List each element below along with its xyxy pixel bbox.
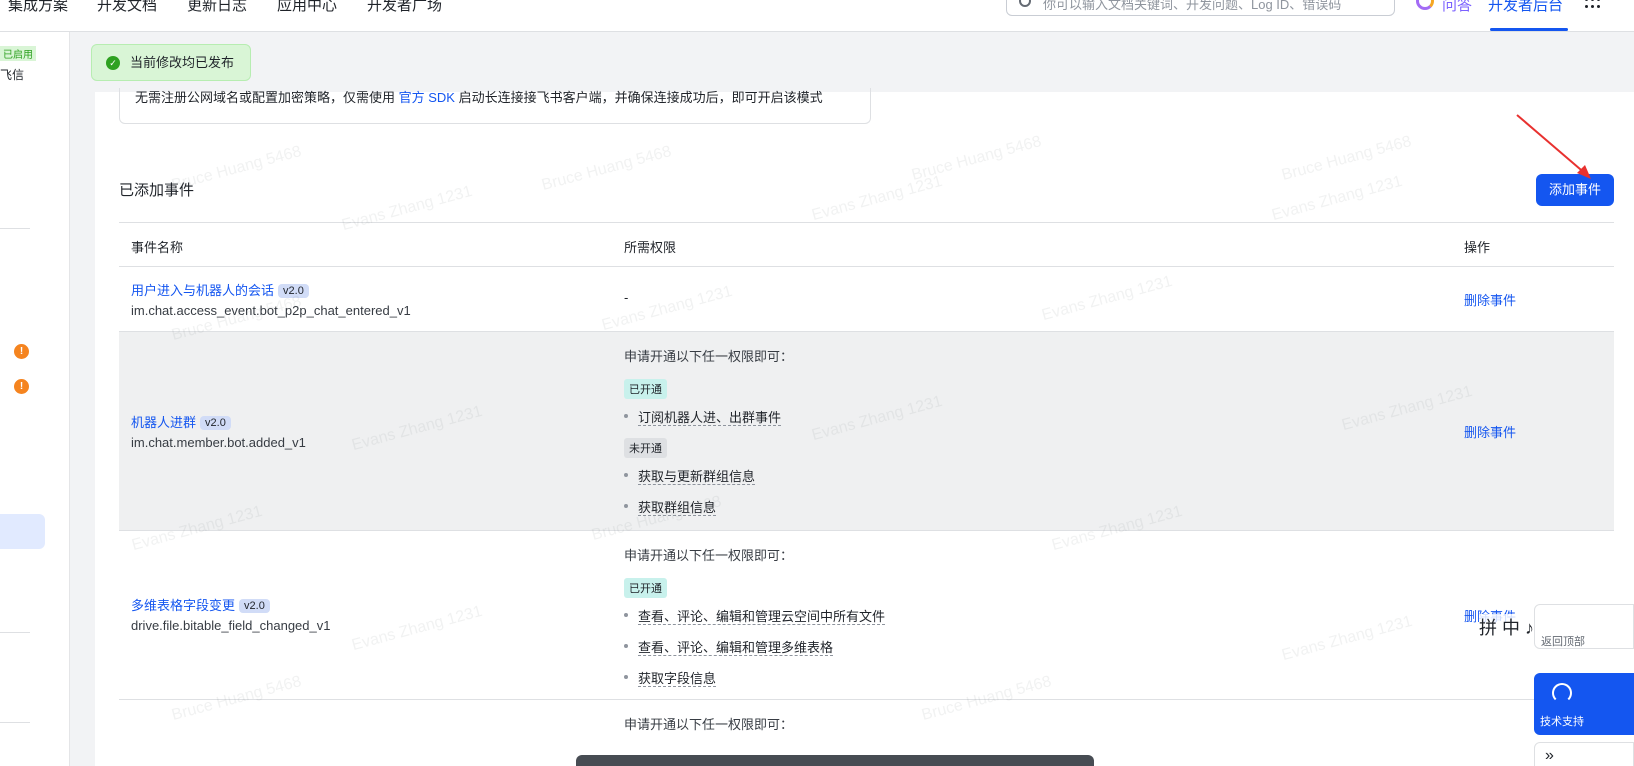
event-cell: 多维表格字段变更 v2.0 drive.file.bitable_field_ch…: [131, 595, 330, 633]
table-row: 申请开通以下任一权限即可：: [119, 700, 1614, 760]
notice-text: 无需注册公网域名或配置加密策略，仅需使用: [135, 90, 399, 105]
permission-none: -: [624, 290, 629, 305]
permission-item[interactable]: 获取字段信息: [624, 668, 885, 687]
search-icon: [1019, 0, 1031, 7]
permission-item[interactable]: 获取群组信息: [624, 497, 793, 516]
search-input[interactable]: 你可以输入文档关键词、开发问题、Log ID、错误码: [1006, 0, 1395, 16]
section-title: 已添加事件: [119, 182, 195, 199]
event-name-link[interactable]: 多维表格字段变更: [131, 598, 235, 613]
sidebar-divider: [0, 632, 30, 633]
connection-mode-notice: 无需注册公网域名或配置加密策略，仅需使用 官方 SDK 启动长连接接飞书客户端，…: [119, 88, 871, 124]
col-action: 操作: [1464, 240, 1491, 255]
table-row: 机器人进群 v2.0 im.chat.member.bot.added_v1 申请…: [119, 332, 1614, 531]
version-badge: v2.0: [239, 599, 270, 613]
enabled-badge: 已启用: [0, 46, 36, 61]
red-arrow-annotation: [1516, 114, 1591, 179]
bottom-floating-bar: [576, 755, 1094, 766]
check-circle-icon: ✓: [106, 56, 120, 70]
event-key: im.chat.member.bot.added_v1: [131, 435, 306, 450]
headset-icon: [1552, 683, 1572, 703]
permission-item[interactable]: 订阅机器人进、出群事件: [624, 407, 793, 426]
event-name-link[interactable]: 用户进入与机器人的会话: [131, 283, 274, 298]
permission-item[interactable]: 查看、评论、编辑和管理多维表格: [624, 637, 885, 656]
nav-docs[interactable]: 开发文档: [97, 0, 157, 15]
col-event-name: 事件名称: [131, 240, 184, 255]
ime-indicator: 拼 中 ♪: [1479, 614, 1535, 640]
back-to-top-button[interactable]: 拼 中 ♪ 返回顶部: [1479, 604, 1634, 649]
tech-support-label: 技术支持: [1540, 716, 1584, 728]
permission-cell: 申请开通以下任一权限即可：: [624, 714, 793, 733]
warning-icon: !: [14, 344, 29, 359]
tech-support-button[interactable]: 技术支持: [1534, 673, 1634, 735]
version-badge: v2.0: [200, 416, 231, 430]
status-tag-enabled: 已开通: [624, 379, 667, 399]
permission-item[interactable]: 获取与更新群组信息: [624, 466, 793, 485]
event-key: im.chat.access_event.bot_p2p_chat_entere…: [131, 303, 411, 318]
nav-app-center[interactable]: 应用中心: [277, 0, 337, 15]
permission-hint: 申请开通以下任一权限即可：: [624, 548, 794, 563]
search-placeholder: 你可以输入文档关键词、开发问题、Log ID、错误码: [1043, 0, 1342, 12]
table-header: 事件名称 所需权限 操作: [119, 222, 1614, 267]
table-row: 用户进入与机器人的会话 v2.0 im.chat.access_event.bot…: [119, 267, 1614, 332]
expand-panel-button[interactable]: »: [1534, 742, 1634, 766]
developer-console-link[interactable]: 开发者后台: [1488, 0, 1563, 15]
sidebar-divider: [0, 228, 30, 229]
sidebar-divider: [0, 722, 30, 723]
permission-hint: 申请开通以下任一权限即可：: [624, 717, 794, 732]
main-content: 无需注册公网域名或配置加密策略，仅需使用 官方 SDK 启动长连接接飞书客户端，…: [95, 88, 1634, 766]
active-tab-indicator: [1490, 28, 1568, 31]
permission-item[interactable]: 查看、评论、编辑和管理云空间中所有文件: [624, 606, 886, 625]
nav-developer-square[interactable]: 开发者广场: [367, 0, 442, 15]
nav-solutions[interactable]: 集成方案: [8, 0, 68, 15]
app-name: 飞信: [0, 68, 25, 82]
sidebar-item-active[interactable]: [0, 514, 45, 549]
toast-text: 当前修改均已发布: [130, 55, 235, 70]
col-permission: 所需权限: [624, 240, 677, 255]
permission-cell: 申请开通以下任一权限即可： 已开通 订阅机器人进、出群事件 未开通 获取与更新群…: [624, 346, 793, 516]
permission-hint: 申请开通以下任一权限即可：: [624, 349, 794, 364]
version-badge: v2.0: [278, 284, 309, 298]
back-to-top-label: 返回顶部: [1541, 636, 1585, 648]
sidebar: 已启用 飞信 ! !: [0, 32, 70, 766]
success-toast: ✓ 当前修改均已发布: [91, 44, 252, 81]
event-cell: 机器人进群 v2.0 im.chat.member.bot.added_v1: [131, 412, 306, 450]
double-chevron-icon: »: [1545, 747, 1554, 764]
status-tag-enabled: 已开通: [624, 578, 667, 598]
ai-assistant-icon[interactable]: [1416, 0, 1434, 10]
ai-assistant-link[interactable]: 问答: [1442, 0, 1472, 15]
event-cell: 用户进入与机器人的会话 v2.0 im.chat.access_event.bot…: [131, 280, 411, 318]
sdk-link[interactable]: 官方 SDK: [399, 90, 455, 105]
top-navigation: 集成方案 开发文档 更新日志 应用中心 开发者广场 你可以输入文档关键词、开发问…: [0, 0, 1634, 32]
warning-icon: !: [14, 379, 29, 394]
delete-event-button[interactable]: 删除事件: [1464, 290, 1516, 309]
notice-text-tail: 启动长连接接飞书客户端，并确保连接成功后，即可开启该模式: [454, 90, 823, 105]
nav-changelog[interactable]: 更新日志: [187, 0, 247, 15]
apps-grid-icon[interactable]: [1585, 0, 1601, 8]
event-key: drive.file.bitable_field_changed_v1: [131, 618, 331, 633]
event-name-link[interactable]: 机器人进群: [131, 415, 196, 430]
permission-cell: 申请开通以下任一权限即可： 已开通 查看、评论、编辑和管理云空间中所有文件 查看…: [624, 545, 886, 687]
status-tag-disabled: 未开通: [624, 438, 667, 458]
delete-event-button[interactable]: 删除事件: [1464, 422, 1516, 441]
table-row: 多维表格字段变更 v2.0 drive.file.bitable_field_ch…: [119, 531, 1614, 700]
